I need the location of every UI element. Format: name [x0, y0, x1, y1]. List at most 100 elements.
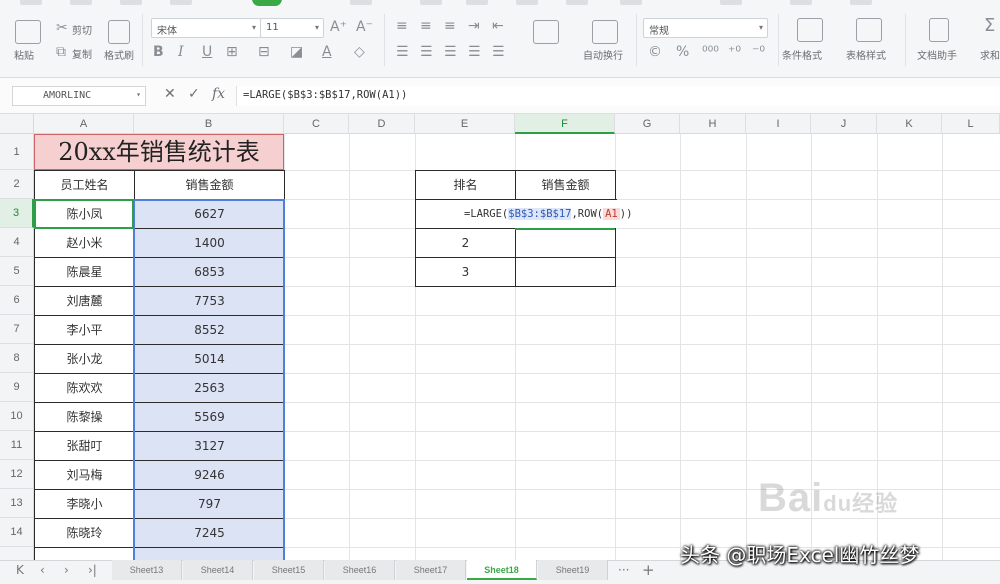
row-header-11[interactable]: 11 [0, 431, 34, 460]
wrap-text-label[interactable]: 自动换行 [583, 47, 623, 62]
menu-tab[interactable] [120, 0, 142, 5]
wrap-text-icon[interactable] [592, 20, 618, 44]
editing-formula-cell[interactable]: =LARGE($B$3:$B$17,ROW(A1)) [415, 199, 632, 229]
rank-amount-cell[interactable] [515, 257, 616, 287]
row-header-5[interactable]: 5 [0, 257, 34, 286]
bold-icon[interactable]: B [153, 44, 164, 60]
decrease-decimal-icon[interactable]: ⁻⁰ [752, 44, 765, 60]
paste-label[interactable]: 粘贴 [14, 47, 34, 62]
prev-sheet-icon[interactable]: ‹ [40, 563, 45, 577]
currency-icon[interactable]: © [648, 44, 662, 60]
column-header-i[interactable]: I [746, 114, 811, 134]
sheet-tab[interactable]: Sheet14 [183, 560, 253, 580]
name-cell[interactable]: 陈欢欢 [34, 373, 135, 403]
amount-cell[interactable]: 6627 [134, 199, 285, 229]
copy-label[interactable]: 复制 [72, 46, 92, 61]
menu-tab[interactable] [420, 0, 442, 5]
font-name-select[interactable]: 宋体 ▾ [151, 18, 261, 38]
name-cell[interactable]: 陈晓玲 [34, 518, 135, 548]
amount-cell[interactable]: 5569 [134, 402, 285, 432]
underline-icon[interactable]: U [202, 44, 212, 60]
row-header-7[interactable]: 7 [0, 315, 34, 344]
header-amount-cell[interactable]: 销售金额 [134, 170, 285, 200]
number-format-select[interactable]: 常规 ▾ [643, 18, 768, 38]
column-header-e[interactable]: E [415, 114, 515, 134]
menu-tab[interactable] [170, 0, 192, 5]
percent-icon[interactable]: % [676, 44, 689, 60]
row-header-3[interactable]: 3 [0, 199, 34, 228]
format-painter-icon[interactable] [108, 20, 130, 44]
row-header-14[interactable]: 14 [0, 518, 34, 547]
sheet-tab[interactable]: Sheet13 [112, 560, 182, 580]
column-header-c[interactable]: C [284, 114, 349, 134]
amount-cell[interactable]: 5014 [134, 344, 285, 374]
row-header-8[interactable]: 8 [0, 344, 34, 373]
distribute-icon[interactable]: ☰ [492, 44, 505, 60]
fill-color-icon[interactable]: ◪ [290, 44, 303, 60]
amount-cell[interactable]: 3127 [134, 431, 285, 461]
row-header-4[interactable]: 4 [0, 228, 34, 257]
first-sheet-icon[interactable]: K [16, 563, 24, 577]
cut-icon[interactable]: ✂ [56, 20, 68, 36]
increase-font-icon[interactable]: A⁺ [330, 19, 347, 35]
justify-icon[interactable]: ☰ [468, 44, 481, 60]
name-cell[interactable]: 陈黎操 [34, 402, 135, 432]
column-header-b[interactable]: B [134, 114, 284, 134]
paste-icon[interactable] [15, 20, 41, 44]
menu-tab[interactable] [466, 0, 488, 5]
rank-amount-header-cell[interactable]: 销售金额 [515, 170, 616, 200]
increase-decimal-icon[interactable]: ⁺⁰ [728, 44, 741, 60]
align-top-icon[interactable]: ≡ [396, 18, 408, 34]
menu-tab[interactable] [516, 0, 538, 5]
row-header-13[interactable]: 13 [0, 489, 34, 518]
name-cell[interactable]: 赵小米 [34, 228, 135, 258]
border-icon[interactable]: ⊞ [226, 44, 238, 60]
name-cell[interactable]: 陈晨星 [34, 257, 135, 287]
column-header-j[interactable]: J [811, 114, 877, 134]
row-header-1[interactable]: 1 [0, 134, 34, 170]
name-cell[interactable]: 李小平 [34, 315, 135, 345]
outdent-icon[interactable]: ⇤ [492, 18, 504, 34]
align-left-icon[interactable]: ☰ [396, 44, 409, 60]
name-cell[interactable]: 陈小凤 [34, 199, 135, 229]
amount-cell[interactable]: 6853 [134, 257, 285, 287]
rank-cell[interactable]: 3 [415, 257, 516, 287]
menu-tab[interactable] [566, 0, 588, 5]
doc-assistant-label[interactable]: 文档助手 [917, 47, 957, 62]
name-cell[interactable]: 张小龙 [34, 344, 135, 374]
menu-tab[interactable] [20, 0, 42, 5]
align-right-icon[interactable]: ☰ [444, 44, 457, 60]
amount-cell[interactable]: 797 [134, 489, 285, 519]
clear-format-icon[interactable]: ◇ [354, 44, 365, 60]
insert-function-icon[interactable]: fx [212, 86, 225, 102]
column-header-a[interactable]: A [34, 114, 134, 134]
conditional-format-label[interactable]: 条件格式 [782, 47, 822, 62]
name-box[interactable]: AMORLINC ▾ [12, 86, 146, 106]
menu-tab[interactable] [620, 0, 642, 5]
name-cell[interactable]: 刘唐麓 [34, 286, 135, 316]
menu-tab[interactable] [720, 0, 742, 5]
align-bottom-icon[interactable]: ≡ [444, 18, 456, 34]
indent-icon[interactable]: ⇥ [468, 18, 480, 34]
menu-tab[interactable] [70, 0, 92, 5]
select-all-corner[interactable] [0, 114, 34, 134]
conditional-format-icon[interactable] [797, 18, 823, 42]
amount-cell[interactable]: 9246 [134, 460, 285, 490]
merge-center-icon[interactable] [533, 20, 559, 44]
format-painter-label[interactable]: 格式刷 [104, 47, 134, 62]
font-color-icon[interactable]: A [322, 44, 332, 60]
amount-cell[interactable]: 1400 [134, 228, 285, 258]
last-sheet-icon[interactable]: ›| [88, 563, 97, 577]
column-header-k[interactable]: K [877, 114, 942, 134]
name-cell[interactable]: 刘马梅 [34, 460, 135, 490]
row-header-10[interactable]: 10 [0, 402, 34, 431]
amount-cell[interactable]: 8552 [134, 315, 285, 345]
sheet-tab[interactable]: Sheet19 [538, 560, 608, 580]
rank-header-cell[interactable]: 排名 [415, 170, 516, 200]
sheet-tab[interactable]: Sheet17 [396, 560, 466, 580]
confirm-icon[interactable]: ✓ [188, 86, 200, 102]
column-header-l[interactable]: L [942, 114, 1000, 134]
rank-amount-cell[interactable] [515, 228, 616, 258]
name-cell[interactable]: 李晓小 [34, 489, 135, 519]
name-cell[interactable] [34, 547, 135, 560]
